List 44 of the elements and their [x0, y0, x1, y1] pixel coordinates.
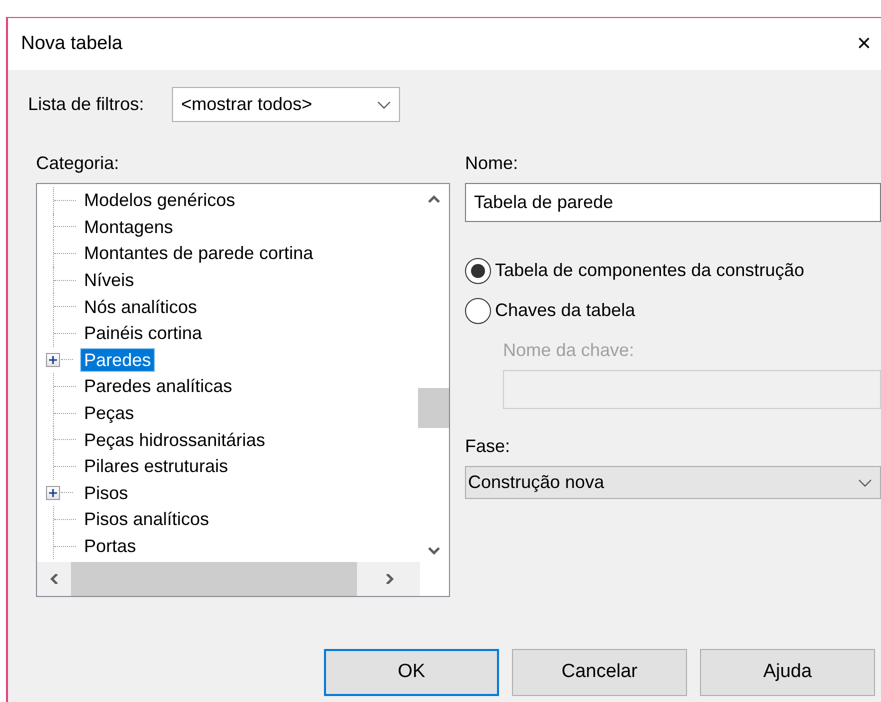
window-title: Nova tabela — [21, 32, 122, 56]
scrollbar-thumb[interactable] — [71, 562, 357, 596]
name-field[interactable]: Tabela de parede — [465, 183, 881, 222]
horizontal-scrollbar[interactable] — [37, 562, 420, 596]
tree-item[interactable]: Peças hidrossanitárias — [81, 428, 268, 451]
dialog-button[interactable]: Ajuda — [700, 649, 875, 696]
scroll-up-icon[interactable] — [428, 194, 440, 204]
radio-button[interactable] — [465, 258, 491, 284]
expand-icon[interactable] — [46, 486, 60, 500]
tree-item[interactable]: Montantes de parede cortina — [81, 242, 316, 264]
tree-item[interactable]: Montagens — [81, 216, 176, 238]
tree-item[interactable]: Peças — [81, 402, 138, 424]
scroll-left-icon[interactable] — [48, 574, 60, 584]
scrollbar-thumb[interactable] — [418, 388, 449, 428]
chevron-down-icon — [377, 100, 392, 108]
key-name-label: Nome da chave: — [503, 339, 634, 362]
filter-dropdown[interactable]: <mostrar todos> — [172, 87, 400, 122]
dialog-button[interactable]: Cancelar — [512, 649, 687, 696]
tree-item[interactable]: Portas — [81, 535, 140, 558]
filter-label: Lista de filtros: — [28, 93, 144, 116]
tree-item[interactable]: Pilares estruturais — [81, 455, 232, 478]
scroll-right-icon[interactable] — [384, 574, 396, 584]
radio-label[interactable]: Tabela de componentes da construção — [495, 257, 804, 284]
phase-label: Fase: — [465, 435, 510, 458]
scroll-down-icon[interactable] — [428, 546, 440, 556]
dialog-button[interactable]: OK — [324, 649, 499, 696]
category-label: Categoria: — [36, 152, 120, 175]
close-button[interactable]: × — [844, 32, 881, 56]
tree-item[interactable]: Paredes — [81, 348, 154, 371]
name-label: Nome: — [465, 152, 518, 175]
tree-item[interactable]: Painéis cortina — [81, 322, 206, 344]
tree-item[interactable]: Pisos — [81, 482, 132, 504]
filter-value: <mostrar todos> — [181, 93, 312, 116]
tree-item[interactable]: Nós analíticos — [81, 296, 200, 318]
tree-item[interactable]: Modelos genéricos — [81, 189, 238, 212]
phase-dropdown[interactable]: Construção nova — [465, 466, 881, 499]
tree-item[interactable]: Pisos analíticos — [81, 508, 212, 530]
chevron-down-icon — [858, 478, 872, 486]
expand-icon[interactable] — [46, 352, 60, 367]
phase-value: Construção nova — [468, 471, 604, 494]
radio-label[interactable]: Chaves da tabela — [495, 297, 636, 324]
tree-item[interactable]: Níveis — [81, 269, 138, 292]
tree-item[interactable]: Paredes analíticas — [81, 375, 236, 398]
radio-button[interactable] — [465, 298, 491, 324]
